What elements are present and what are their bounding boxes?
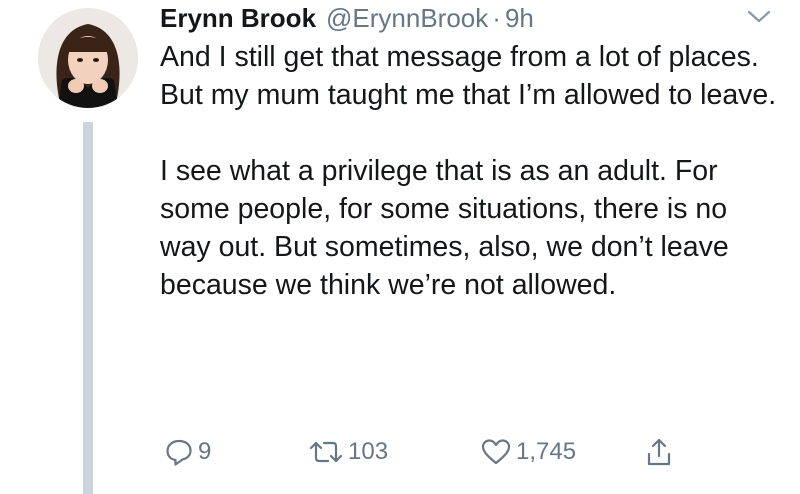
user-handle[interactable]: @ErynnBrook — [326, 0, 488, 36]
thread-line — [83, 122, 93, 494]
profile-photo-icon — [38, 8, 138, 108]
chevron-down-icon[interactable] — [745, 6, 773, 26]
timestamp[interactable]: 9h — [505, 0, 534, 36]
tweet: Erynn Brook @ErynnBrook · 9h And I still… — [0, 0, 800, 494]
reply-count: 9 — [198, 438, 212, 465]
retweet-count: 103 — [348, 438, 389, 465]
tweet-header: Erynn Brook @ErynnBrook · 9h — [160, 0, 534, 36]
like-button[interactable]: 1,745 — [480, 432, 576, 472]
tweet-paragraph: And I still get that message from a lot … — [160, 41, 777, 111]
retweet-icon — [309, 441, 343, 463]
like-count: 1,745 — [516, 438, 577, 465]
share-button[interactable] — [644, 432, 674, 472]
tweet-actions: 9 103 1,745 — [160, 432, 720, 472]
display-name[interactable]: Erynn Brook — [160, 0, 316, 36]
retweet-button[interactable]: 103 — [308, 432, 388, 472]
share-icon — [647, 438, 671, 466]
reply-button[interactable]: 9 — [164, 432, 211, 472]
heart-icon — [481, 439, 511, 465]
avatar[interactable] — [38, 8, 138, 108]
reply-icon — [166, 439, 192, 466]
separator-dot: · — [492, 3, 501, 33]
tweet-paragraph: I see what a privilege that is as an adu… — [160, 155, 729, 301]
tweet-text: And I still get that message from a lot … — [160, 38, 780, 304]
